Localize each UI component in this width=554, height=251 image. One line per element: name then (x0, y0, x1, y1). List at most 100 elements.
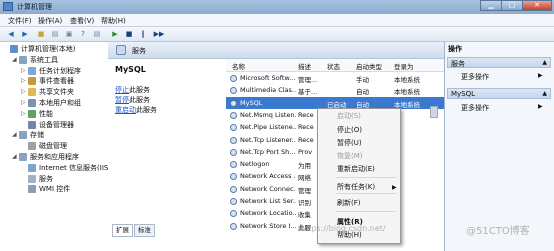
tree-item-label: 计算机管理(本地) (21, 45, 76, 53)
context-menu-item[interactable]: 重新启动(E) (337, 164, 375, 175)
context-menu-item[interactable]: 暂停(U) (337, 138, 362, 149)
tree-node-icon (28, 88, 36, 97)
service-gear-icon (230, 148, 237, 156)
computer-management-window: 计算机管理 ▁ □ ✕ 文件(F) 操作(A) 查看(V) 帮助(H) ◀ ▶ … (0, 0, 554, 251)
computer-management-icon (3, 2, 13, 11)
expand-arrow-icon[interactable]: ▷ (21, 76, 27, 86)
tree-node-icon (28, 120, 36, 129)
column-status[interactable]: 状态 (327, 61, 340, 71)
start-service-icon[interactable]: ▶ (110, 29, 120, 39)
menu-separator (336, 177, 396, 178)
minimize-button[interactable]: ▁ (480, 0, 502, 11)
service-gear-icon (230, 75, 237, 82)
restart-link-text[interactable]: 重启动 (115, 106, 136, 114)
tab-standard[interactable]: 标准 (134, 224, 155, 237)
actions-section-services[interactable]: 服务 ▲ (447, 57, 551, 68)
service-gear-icon (230, 87, 237, 95)
expand-arrow-icon[interactable]: ▷ (21, 66, 27, 76)
actions-section-services-title: 服务 (451, 60, 465, 68)
tree-item-label: 设备管理器 (39, 120, 74, 129)
maximize-button[interactable]: □ (501, 0, 523, 11)
services-icon (116, 45, 126, 55)
properties-icon[interactable]: ▣ (64, 29, 74, 39)
tab-extended[interactable]: 扩展 (112, 224, 133, 237)
service-detail-panel: MySQL 停止此服务 暂停此服务 重启动此服务 (108, 59, 226, 229)
tree-item-label: WMI 控件 (39, 185, 71, 194)
service-row[interactable]: Multimedia Clas... 基于... 自动 本地系统 (226, 84, 444, 97)
tree-item-label: 存储 (30, 131, 44, 140)
more-actions-mysql[interactable]: 更多操作 ▶ (461, 103, 543, 113)
submenu-arrow-icon: ▶ (392, 184, 397, 191)
tree-item-label: 事件查看器 (39, 77, 74, 86)
service-logon: 本地系统 (394, 76, 420, 84)
tree-node-icon (28, 163, 36, 172)
tree-node-icon (28, 174, 36, 183)
column-description[interactable]: 描述 (298, 61, 311, 71)
title-bar: 计算机管理 ▁ □ ✕ (0, 0, 554, 14)
up-folder-icon[interactable]: ■ (36, 29, 46, 39)
more-actions-services[interactable]: 更多操作 ▶ (461, 72, 543, 82)
pause-service-link[interactable]: 暂停此服务 (115, 95, 150, 105)
service-startup-type: 自动 (356, 88, 369, 97)
service-startup-type: 手动 (356, 76, 369, 84)
services-title: 服务 (132, 47, 146, 55)
back-icon[interactable]: ◀ (6, 29, 16, 39)
tree-node-icon (28, 77, 36, 86)
tree-node-icon (28, 66, 36, 75)
expand-arrow-icon[interactable]: ▷ (21, 98, 27, 108)
submenu-arrow-icon: ▶ (538, 72, 543, 79)
stop-service-icon[interactable]: ■ (124, 29, 134, 39)
menu-file[interactable]: 文件(F) (8, 16, 32, 26)
service-gear-icon (230, 161, 237, 169)
tree-node-icon (19, 55, 27, 64)
watermark-brand: @51CTO博客 (466, 226, 530, 237)
menu-view[interactable]: 查看(V) (70, 16, 94, 26)
help-icon[interactable]: ? (78, 29, 88, 39)
column-startup-type[interactable]: 启动类型 (356, 61, 382, 71)
show-hide-tree-icon[interactable]: ▤ (50, 29, 60, 39)
collapse-arrow-icon[interactable]: ▲ (542, 59, 547, 66)
more-actions-label: 更多操作 (461, 104, 489, 112)
tree-item-label: 磁盘管理 (39, 142, 67, 151)
context-menu-item[interactable]: 所有任务(K) (337, 182, 375, 193)
service-name: Net.Msmq Listen... (240, 110, 296, 119)
menu-separator (336, 193, 396, 194)
service-row[interactable]: Microsoft Softw... 管理... 手动 本地系统 (226, 72, 444, 85)
context-menu-item: 启动(S) (337, 112, 361, 120)
service-name: Net.Pipe Listene... (240, 123, 296, 132)
service-gear-icon (230, 210, 237, 218)
pause-service-icon[interactable]: ‖ (138, 29, 148, 39)
service-name: Microsoft Softw... (240, 74, 296, 82)
forward-icon[interactable]: ▶ (20, 29, 30, 39)
view-icon[interactable]: ▤ (92, 29, 102, 39)
column-log-on-as[interactable]: 登录为 (394, 61, 414, 71)
restart-service-icon[interactable]: ▶▶ (152, 29, 166, 39)
window-title: 计算机管理 (17, 3, 52, 11)
collapse-arrow-icon[interactable]: ▲ (542, 90, 547, 97)
context-menu-item[interactable]: 停止(O) (337, 125, 362, 136)
expand-arrow-icon[interactable]: ◢ (12, 130, 18, 140)
tree-node-icon (28, 99, 36, 107)
service-name: Net.Tcp Port Sh... (240, 147, 296, 156)
actions-section-mysql-title: MySQL (451, 90, 476, 98)
stop-service-link[interactable]: 停止此服务 (115, 85, 150, 95)
tree-node-icon (19, 131, 27, 140)
expand-arrow-icon[interactable]: ▷ (21, 109, 27, 119)
expand-arrow-icon[interactable]: ▷ (21, 87, 27, 97)
service-logon: 本地系统 (394, 88, 420, 97)
expand-arrow-icon[interactable]: ◢ (12, 55, 18, 65)
context-menu-item[interactable]: 刷新(F) (337, 198, 361, 209)
pause-link-text[interactable]: 暂停 (115, 96, 129, 104)
close-button[interactable]: ✕ (522, 0, 552, 11)
stop-link-text[interactable]: 停止 (115, 86, 129, 94)
service-name: Network List Ser... (240, 197, 296, 205)
column-name[interactable]: 名称 (232, 61, 245, 71)
restart-service-link[interactable]: 重启动此服务 (115, 105, 157, 115)
tree-item-label: 服务和应用程序 (30, 153, 79, 161)
menu-help[interactable]: 帮助(H) (101, 16, 126, 26)
actions-title: 操作 (448, 45, 462, 53)
menu-action[interactable]: 操作(A) (38, 16, 62, 26)
expand-arrow-icon[interactable]: ◢ (12, 152, 18, 162)
list-scrollbar-thumb[interactable] (430, 106, 438, 118)
actions-section-mysql[interactable]: MySQL ▲ (447, 88, 551, 99)
